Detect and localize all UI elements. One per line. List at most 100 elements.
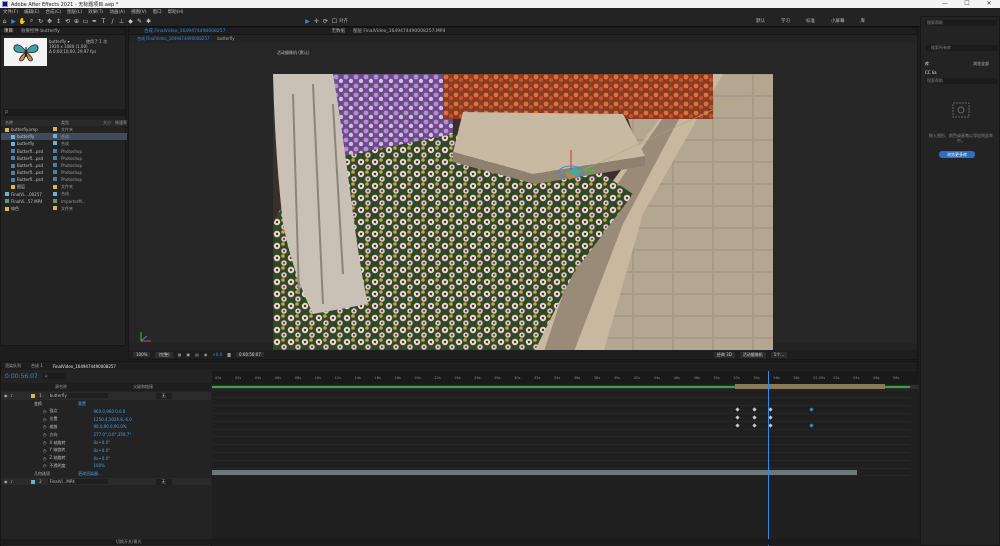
renderer-select[interactable]: 经典 3D	[713, 351, 735, 358]
menu-layer[interactable]: 图层(L)	[67, 9, 82, 15]
menu-edit[interactable]: 编辑(E)	[24, 9, 39, 15]
camera-select[interactable]: 活动摄像机	[739, 351, 766, 358]
browse-libraries-button[interactable]: 浏览更多库	[939, 151, 975, 158]
stopwatch-icon[interactable]: ◷	[43, 456, 47, 461]
project-row[interactable]: 图层 文件夹	[1, 184, 127, 191]
timeline-layer-row[interactable]: ◉ ♪ 2 FinalVi...MP4 无	[1, 477, 211, 486]
property-value[interactable]: 0x+0.0°	[94, 448, 111, 453]
layer-track[interactable]	[212, 414, 910, 422]
layer-label-swatch[interactable]	[31, 479, 36, 484]
text-tool-icon[interactable]: T	[99, 17, 108, 26]
label-color-swatch[interactable]	[53, 170, 61, 175]
zoom-select[interactable]: 100%	[133, 352, 151, 357]
audio-icon[interactable]: ♪	[11, 393, 14, 398]
timeline-timecode[interactable]: 0:00:56:07	[5, 373, 38, 380]
project-row[interactable]: FinalVi...57.MP4 ImporterM...	[1, 198, 127, 205]
workspace-default[interactable]: 默认	[756, 18, 765, 24]
property-value[interactable]: 100%	[94, 463, 105, 468]
workspace-learn[interactable]: 学习	[781, 18, 790, 24]
layer-label-swatch[interactable]	[31, 393, 36, 398]
workspace-small-screen[interactable]: 小屏幕	[831, 18, 845, 24]
pan-behind-tool-icon[interactable]: ⊕	[72, 17, 81, 26]
label-color-swatch[interactable]	[53, 184, 61, 190]
timeline-property-row[interactable]: ◷ 位置 1250.4,1024.8,-6.0	[1, 415, 211, 423]
workspace-libraries[interactable]: 库	[861, 18, 866, 24]
roto-tool-icon[interactable]: ✎	[135, 17, 144, 26]
composition-frame[interactable]	[273, 74, 773, 354]
minimize-button[interactable]: —	[934, 0, 956, 8]
project-row[interactable]: Butterfl...psd Photoshop	[1, 169, 127, 176]
stopwatch-icon[interactable]: ◷	[43, 417, 47, 422]
layer-track[interactable]	[212, 453, 910, 461]
menu-window[interactable]: 窗口	[153, 9, 162, 15]
label-color-swatch[interactable]	[53, 141, 61, 146]
selection-tool-icon[interactable]: ▶	[9, 17, 18, 26]
column-name[interactable]: 名称	[1, 120, 53, 126]
stopwatch-icon[interactable]: ◷	[43, 448, 47, 453]
property-value[interactable]: 0x+0.0°	[94, 456, 111, 461]
property-value[interactable]: 1250.4,1024.8,-6.0	[94, 417, 132, 422]
timeline-property-row[interactable]: 几何选项 更改渲染器...	[1, 470, 211, 478]
timeline-property-row[interactable]: ◷ Z 轴旋转 0x+0.0°	[1, 454, 211, 462]
label-color-swatch[interactable]	[53, 127, 61, 132]
property-value[interactable]: 0x+0.0°	[94, 440, 111, 445]
timeline-property-row[interactable]: ◷ 方向 277.0°,0.0°,359.7°	[1, 431, 211, 439]
library-search-input[interactable]: 搜索所有库	[925, 45, 997, 51]
library-browse-link[interactable]: 浏览全部	[973, 61, 989, 67]
stopwatch-icon[interactable]: ◷	[43, 424, 47, 429]
property-value[interactable]: 90.0,90.0,90.0%	[94, 424, 127, 429]
timeline-property-row[interactable]: ◷ 锚点 960.0,960.0,0.0	[1, 408, 211, 416]
layer-name[interactable]: FinalVi...MP4	[47, 479, 108, 485]
menu-file[interactable]: 文件(F)	[3, 9, 18, 15]
menu-help[interactable]: 帮助(H)	[168, 9, 184, 15]
tab-render-queue[interactable]: 渲染队列	[5, 363, 21, 369]
maximize-button[interactable]: ☐	[956, 0, 978, 8]
stopwatch-icon[interactable]: ◷	[43, 432, 47, 437]
resolution-select[interactable]: (完整)	[155, 351, 173, 358]
grid-icon[interactable]: ▦	[178, 352, 182, 357]
project-row[interactable]: FinalVi....00257 合成	[1, 191, 127, 198]
property-value[interactable]: 960.0,960.0,0.0	[94, 409, 126, 414]
brush-tool-icon[interactable]: /	[108, 17, 117, 26]
stopwatch-icon[interactable]: ◷	[43, 440, 47, 445]
stopwatch-icon[interactable]: ◷	[43, 409, 47, 414]
project-row[interactable]: 纯色 文件夹	[1, 205, 127, 212]
stopwatch-icon[interactable]: ◷	[43, 463, 47, 468]
layer-duration-bar[interactable]	[212, 469, 857, 475]
workspace-standard[interactable]: 标准	[806, 18, 815, 24]
layer-track[interactable]	[212, 391, 910, 399]
help-search-input[interactable]: 搜索帮助	[925, 20, 997, 26]
eraser-tool-icon[interactable]: ◆	[126, 17, 135, 26]
project-row[interactable]: butterfly.xmp 文件夹	[1, 126, 127, 133]
tab-effect-controls[interactable]: 效果控件 butterfly	[21, 28, 60, 34]
timeline-search-input[interactable]: ρ	[43, 373, 65, 379]
layer-track[interactable]	[212, 430, 910, 438]
layer-duration-bar[interactable]	[735, 384, 885, 389]
viewer-timecode[interactable]: 0:00:56:07	[236, 352, 264, 357]
eye-icon[interactable]: ◉	[4, 479, 8, 484]
library-name[interactable]: CC lia	[925, 70, 937, 75]
timeline-property-row[interactable]: ◷ 不透明度 100%	[1, 462, 211, 470]
menu-effect[interactable]: 效果(T)	[88, 9, 103, 15]
close-button[interactable]: ✕	[978, 0, 1000, 8]
layer-track[interactable]	[212, 438, 910, 446]
hand-tool-icon[interactable]: ✋	[18, 17, 27, 26]
world-axis-icon[interactable]: ✛	[312, 17, 321, 26]
property-value[interactable]: 重置	[78, 401, 86, 407]
tab-footage[interactable]: 无数据	[331, 28, 345, 34]
breadcrumb-final-video[interactable]: 合成 FinalVideo_1649474490008257	[137, 36, 209, 42]
timeline-property-row[interactable]: 变换 重置	[1, 400, 211, 408]
axis-tool-icon[interactable]: ▶	[303, 17, 312, 26]
layer-name[interactable]: butterfly	[47, 393, 108, 399]
layer-track[interactable]	[212, 445, 910, 453]
snap-icon[interactable]: ☐	[330, 17, 339, 26]
snapshot-icon[interactable]: ◙	[227, 352, 231, 357]
label-color-swatch[interactable]	[53, 163, 61, 168]
orbit-tool-icon[interactable]: ↻	[36, 17, 45, 26]
dolly-tool-icon[interactable]: ↕	[54, 17, 63, 26]
zoom-tool-icon[interactable]: ⌕	[27, 17, 36, 26]
menu-animation[interactable]: 动画(A)	[109, 9, 125, 15]
rect-tool-icon[interactable]: ▭	[81, 17, 90, 26]
project-row[interactable]: Butterfl...psd Photoshop	[1, 176, 127, 183]
label-color-swatch[interactable]	[53, 191, 61, 197]
